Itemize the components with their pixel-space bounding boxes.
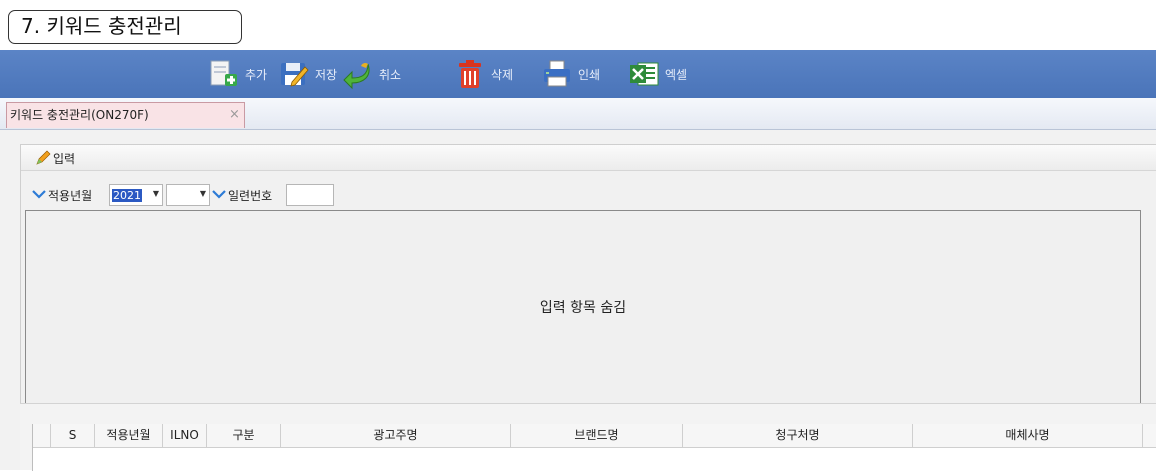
add-label: 추가 [245, 67, 268, 82]
serial-input-wrap [286, 184, 334, 206]
month-select[interactable]: ▼ [166, 184, 210, 206]
cancel-label: 취소 [379, 67, 402, 82]
excel-label: 엑셀 [665, 67, 688, 82]
column-header[interactable]: 구분 [207, 424, 281, 448]
data-grid: S 적용년월 ILNO 구분 광고주명 브랜드명 청구처명 매체사명 [20, 403, 1156, 471]
grid-body[interactable]: S 적용년월 ILNO 구분 광고주명 브랜드명 청구처명 매체사명 [32, 424, 1156, 471]
delete-label: 삭제 [491, 67, 514, 82]
trash-icon [454, 58, 486, 90]
serial-input[interactable] [286, 184, 334, 206]
dropdown-arrow-icon: ▼ [152, 189, 159, 198]
grid-row-selector [33, 424, 51, 448]
column-header[interactable]: 적용년월 [95, 424, 163, 448]
year-select-wrap: 2021 ▼ [109, 184, 163, 206]
column-header[interactable]: 청구처명 [683, 424, 913, 448]
column-header[interactable]: 광고주명 [281, 424, 511, 448]
excel-icon [628, 58, 660, 90]
pencil-icon [35, 150, 51, 166]
print-label: 인쇄 [578, 67, 601, 82]
add-button[interactable]: 추가 [208, 50, 267, 98]
save-button[interactable]: 저장 [278, 50, 337, 98]
chevron-down-icon [212, 189, 226, 202]
year-value: 2021 [112, 189, 142, 202]
tab-keyword-charge[interactable]: 키워드 충전관리(ON270F) × [6, 102, 245, 128]
save-edit-icon [278, 58, 310, 90]
undo-arrow-icon [342, 58, 374, 90]
column-header[interactable]: S [51, 424, 95, 448]
grid-header: S 적용년월 ILNO 구분 광고주명 브랜드명 청구처명 매체사명 [33, 424, 1156, 448]
year-month-filter: 적용년월 [32, 184, 92, 206]
hidden-input-message: 입력 항목 숨김 [539, 300, 627, 316]
toolbar: 추가 저장 취소 삭제 인쇄 엑셀 [0, 50, 1156, 98]
hidden-input-area[interactable]: 입력 항목 숨김 [25, 210, 1141, 426]
month-select-wrap: ▼ [166, 184, 210, 206]
document-add-icon [208, 58, 240, 90]
dropdown-arrow-icon: ▼ [199, 189, 206, 198]
excel-button[interactable]: 엑셀 [628, 50, 687, 98]
column-header[interactable]: 매체사명 [913, 424, 1143, 448]
print-button[interactable]: 인쇄 [541, 50, 600, 98]
year-month-label: 적용년월 [48, 188, 93, 203]
page-title: 7. 키워드 충전관리 [8, 10, 242, 44]
cancel-button[interactable]: 취소 [342, 50, 401, 98]
column-header[interactable]: 브랜드명 [511, 424, 683, 448]
save-label: 저장 [315, 67, 338, 82]
panel-title: 입력 [53, 152, 76, 166]
serial-label: 일련번호 [228, 188, 273, 203]
tab-bar: 키워드 충전관리(ON270F) × [0, 98, 1156, 130]
close-icon[interactable]: × [229, 103, 240, 127]
column-header[interactable]: ILNO [163, 424, 207, 448]
panel-header[interactable]: 입력 [21, 145, 1156, 171]
serial-filter: 일련번호 [212, 184, 272, 206]
delete-button[interactable]: 삭제 [454, 50, 513, 98]
tab-label: 키워드 충전관리(ON270F) [10, 108, 149, 122]
year-select[interactable]: 2021 ▼ [109, 184, 163, 206]
chevron-down-icon [32, 189, 46, 202]
printer-icon [541, 58, 573, 90]
